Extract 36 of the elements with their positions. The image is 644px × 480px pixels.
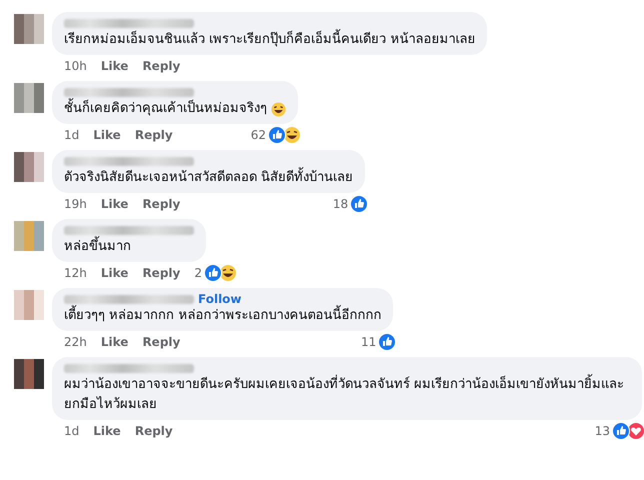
comment-text: ชั้นก็เคยคิดว่าคุณเค้าเป็นหม่อมจริงๆ bbox=[64, 99, 267, 119]
reply-link[interactable]: Reply bbox=[134, 128, 173, 142]
reaction-count[interactable]: 11 bbox=[360, 334, 376, 348]
like-link[interactable]: Like bbox=[100, 58, 128, 72]
reply-link[interactable]: Reply bbox=[142, 196, 180, 210]
comment-time[interactable]: 12h bbox=[64, 266, 87, 280]
comment-time[interactable]: 22h bbox=[64, 334, 87, 348]
avatar[interactable] bbox=[14, 359, 44, 389]
comment-text: ตัวจริงนิสัยดีนะเจอหน้าสวัสดีตลอด นิสัยดีทั้งบ้านเลย bbox=[64, 168, 354, 188]
comment-time[interactable]: 10h bbox=[64, 58, 87, 72]
comment-time[interactable]: 1d bbox=[64, 128, 80, 142]
reaction-count[interactable]: 13 bbox=[594, 424, 610, 438]
reply-link[interactable]: Reply bbox=[134, 424, 173, 438]
comment-time[interactable]: 19h bbox=[64, 196, 87, 210]
avatar[interactable] bbox=[14, 290, 44, 320]
avatar[interactable] bbox=[14, 14, 44, 44]
reply-link[interactable]: Reply bbox=[142, 334, 180, 348]
like-link[interactable]: Like bbox=[93, 128, 121, 142]
reaction-count[interactable]: 18 bbox=[332, 196, 348, 210]
comment-text: เตี้ยวๆๆ หล่อมากกก หล่อกว่าพระเอกบางคนตอนนี้อีกกกก bbox=[64, 306, 382, 326]
comment-time[interactable]: 1d bbox=[64, 424, 80, 438]
like-link[interactable]: Like bbox=[100, 334, 128, 348]
like-link[interactable]: Like bbox=[100, 196, 128, 210]
reply-link[interactable]: Reply bbox=[142, 266, 180, 280]
like-link[interactable]: Like bbox=[93, 424, 121, 438]
comment-text: หล่อขึ้นมาก bbox=[64, 237, 131, 257]
follow-link[interactable]: Follow bbox=[198, 292, 242, 306]
like-link[interactable]: Like bbox=[100, 266, 128, 280]
reaction-count[interactable]: 62 bbox=[250, 128, 266, 142]
laughing-emoji-icon bbox=[271, 102, 286, 116]
reaction-count[interactable]: 2 bbox=[194, 266, 202, 280]
comment-text: เรียกหม่อมเอ็มจนชินแล้ว เพราะเรียกปุ๊บก็คือเอ็มนี้คนเดียว หน้าลอยมาเลย bbox=[64, 30, 476, 50]
avatar[interactable] bbox=[14, 152, 44, 182]
avatar[interactable] bbox=[14, 83, 44, 113]
comment-text: ผมว่าน้องเขาอาจจะขายดีนะครับผมเคยเจอน้องที่วัดนวลจันทร์ ผมเรียกว่าน้องเอ็มเขายังหันมายิ้มและยกมือไหว้ผมเลย bbox=[64, 375, 630, 415]
reply-link[interactable]: Reply bbox=[142, 58, 180, 72]
